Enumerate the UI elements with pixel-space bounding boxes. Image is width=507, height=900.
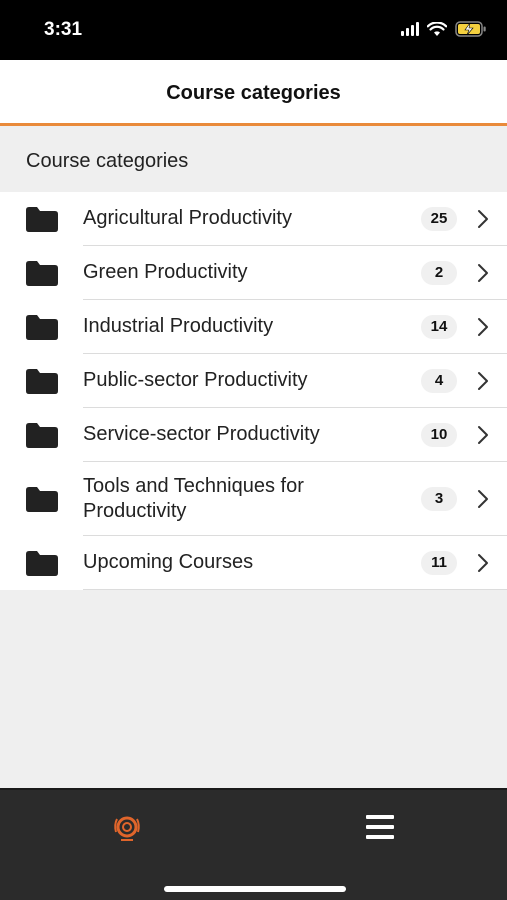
chevron-right-icon (478, 210, 488, 228)
page-title: Course categories (166, 82, 341, 104)
status-icons (401, 21, 487, 37)
category-row[interactable]: Industrial Productivity 14 (0, 300, 507, 354)
chevron-right-icon (478, 426, 488, 444)
category-label: Industrial Productivity (83, 315, 274, 337)
category-count-badge: 25 (421, 207, 457, 231)
category-count-badge: 10 (421, 423, 457, 447)
folder-icon (26, 315, 58, 340)
category-count-badge: 2 (421, 261, 457, 285)
battery-charging-icon (455, 21, 486, 37)
folder-icon (26, 207, 58, 232)
status-time: 3:31 (44, 19, 83, 40)
category-row[interactable]: Tools and Techniques for Productivity 3 (0, 462, 507, 536)
home-indicator[interactable] (164, 886, 346, 892)
category-row[interactable]: Service-sector Productivity 10 (0, 408, 507, 462)
category-label: Agricultural Productivity (83, 207, 292, 229)
category-count-badge: 11 (421, 551, 457, 575)
nav-bar: Course categories (0, 60, 507, 126)
chevron-right-icon (478, 264, 488, 282)
category-row[interactable]: Public-sector Productivity 4 (0, 354, 507, 408)
section-header: Course categories (0, 129, 507, 192)
divider (83, 589, 507, 590)
category-row[interactable]: Upcoming Courses 11 (0, 536, 507, 590)
wifi-icon (427, 21, 447, 36)
chevron-right-icon (478, 490, 488, 508)
category-label: Tools and Techniques for Productivity (83, 475, 304, 522)
tab-bar (0, 788, 507, 900)
menu-icon[interactable] (366, 814, 394, 840)
folder-icon (26, 487, 58, 512)
status-bar: 3:31 (0, 0, 507, 60)
apo-logo-icon[interactable] (111, 812, 143, 844)
category-row[interactable]: Green Productivity 2 (0, 246, 507, 300)
category-count-badge: 3 (421, 487, 457, 511)
category-label: Public-sector Productivity (83, 369, 308, 391)
folder-icon (26, 261, 58, 286)
folder-icon (26, 423, 58, 448)
chevron-right-icon (478, 554, 488, 572)
section-title: Course categories (26, 150, 189, 172)
category-label: Service-sector Productivity (83, 423, 320, 445)
category-label: Upcoming Courses (83, 551, 254, 573)
category-count-badge: 4 (421, 369, 457, 393)
category-row[interactable]: Agricultural Productivity 25 (0, 192, 507, 246)
category-count-badge: 14 (421, 315, 457, 339)
folder-icon (26, 369, 58, 394)
signal-icon (401, 22, 419, 36)
category-label: Green Productivity (83, 261, 248, 283)
chevron-right-icon (478, 318, 488, 336)
folder-icon (26, 551, 58, 576)
chevron-right-icon (478, 372, 488, 390)
category-list: Agricultural Productivity 25 Green Produ… (0, 192, 507, 590)
